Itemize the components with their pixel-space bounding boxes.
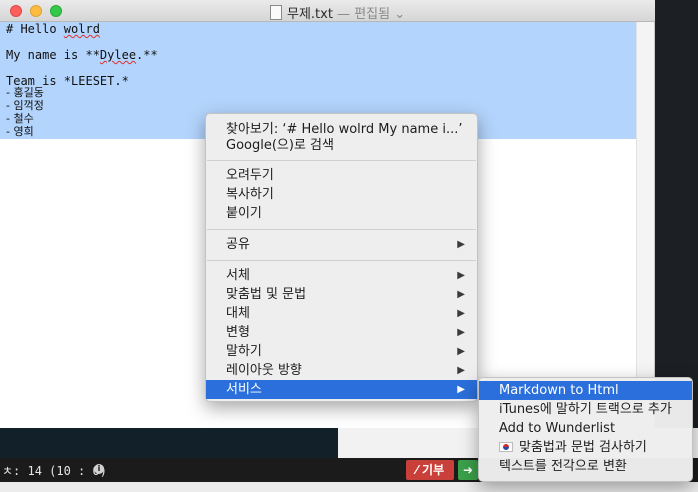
service-item-spell-check[interactable]: 맞춤법과 문법 검사하기 (479, 438, 692, 457)
cursor-position-text: ㅊ: 14 (10 : 0) (2, 464, 107, 478)
menu-item-search-google[interactable]: Google(으)로 검색 (206, 136, 477, 155)
menu-item-copy[interactable]: 복사하기 (206, 185, 477, 204)
submenu-arrow-icon: ▶ (457, 346, 465, 357)
menu-item-label: 변형 (226, 325, 250, 340)
chevron-down-icon: ⌄ (394, 7, 406, 22)
share-arrow-icon: ➜ (462, 463, 474, 477)
donate-button[interactable]: ⁄ 기부 (406, 460, 454, 480)
menu-item-substitutions[interactable]: 대체 ▶ (206, 304, 477, 323)
info-icon[interactable]: i (94, 464, 104, 474)
menu-item-label: 레이아웃 방향 (226, 363, 302, 378)
menu-item-label: 서체 (226, 268, 250, 283)
service-item-fullwidth-convert[interactable]: 텍스트를 전각으로 변환 (479, 457, 692, 476)
menu-item-label: 맞춤법 및 문법 (226, 287, 307, 302)
misspelled-word: Dylee (99, 48, 137, 62)
share-button[interactable]: ➜ (458, 460, 478, 480)
services-submenu: Markdown to Html iTunes에 말하기 트랙으로 추가 Add… (478, 377, 693, 482)
donate-label: 기부 (422, 463, 445, 477)
list-item[interactable]: - 철수 (6, 112, 34, 126)
menu-item-font[interactable]: 서체 ▶ (206, 266, 477, 285)
submenu-arrow-icon: ▶ (457, 289, 465, 300)
submenu-arrow-icon: ▶ (457, 327, 465, 338)
context-menu: 찾아보기: ‘# Hello wolrd My name i...’ Googl… (205, 113, 478, 402)
titlebar[interactable]: 무제.txt — 편집됨 ⌄ (0, 0, 655, 22)
menu-item-label: 공유 (226, 237, 250, 252)
service-item-label: 맞춤법과 문법 검사하기 (519, 440, 647, 455)
menu-item-layout-orientation[interactable]: 레이아웃 방향 ▶ (206, 361, 477, 380)
menu-item-label: 서비스 (226, 382, 262, 397)
menu-separator (207, 260, 476, 261)
misspelled-word: wolrd (63, 22, 100, 36)
korean-flag-icon (499, 442, 513, 452)
menu-separator (207, 160, 476, 161)
menu-item-transformations[interactable]: 변형 ▶ (206, 323, 477, 342)
file-name: 무제.txt (287, 7, 333, 22)
submenu-arrow-icon: ▶ (457, 270, 465, 281)
menu-item-services[interactable]: 서비스 ▶ (206, 380, 477, 399)
window-title[interactable]: 무제.txt — 편집됨 ⌄ (270, 3, 405, 22)
menu-item-paste[interactable]: 붙이기 (206, 204, 477, 223)
minimize-button[interactable] (30, 5, 42, 17)
list-item[interactable]: - 영희 (6, 125, 34, 139)
zoom-button[interactable] (50, 5, 62, 17)
scrollbar-track[interactable] (636, 22, 654, 428)
list-item[interactable]: - 홍길동 (6, 86, 44, 100)
edit-status: — 편집됨 (337, 7, 391, 22)
menu-separator (207, 229, 476, 230)
menu-item-share[interactable]: 공유 ▶ (206, 235, 477, 254)
close-button[interactable] (10, 5, 22, 17)
service-item-itunes-speech[interactable]: iTunes에 말하기 트랙으로 추가 (479, 400, 692, 419)
menu-item-cut[interactable]: 오려두기 (206, 166, 477, 185)
menu-item-spelling-grammar[interactable]: 맞춤법 및 문법 ▶ (206, 285, 477, 304)
submenu-arrow-icon: ▶ (457, 308, 465, 319)
menu-item-label: 말하기 (226, 344, 262, 359)
submenu-arrow-icon: ▶ (457, 384, 465, 395)
submenu-arrow-icon: ▶ (457, 365, 465, 376)
document-icon (270, 5, 282, 20)
bottom-strip (0, 482, 698, 492)
text-line[interactable]: My name is **Dylee.** (6, 48, 158, 62)
submenu-arrow-icon: ▶ (457, 239, 465, 250)
list-item[interactable]: - 임꺽정 (6, 99, 44, 113)
menu-item-speech[interactable]: 말하기 ▶ (206, 342, 477, 361)
menu-item-label: 대체 (226, 306, 250, 321)
service-item-add-to-wunderlist[interactable]: Add to Wunderlist (479, 419, 692, 438)
text-line[interactable]: # Hello wolrd (6, 22, 100, 36)
service-item-markdown-to-html[interactable]: Markdown to Html (479, 381, 692, 400)
